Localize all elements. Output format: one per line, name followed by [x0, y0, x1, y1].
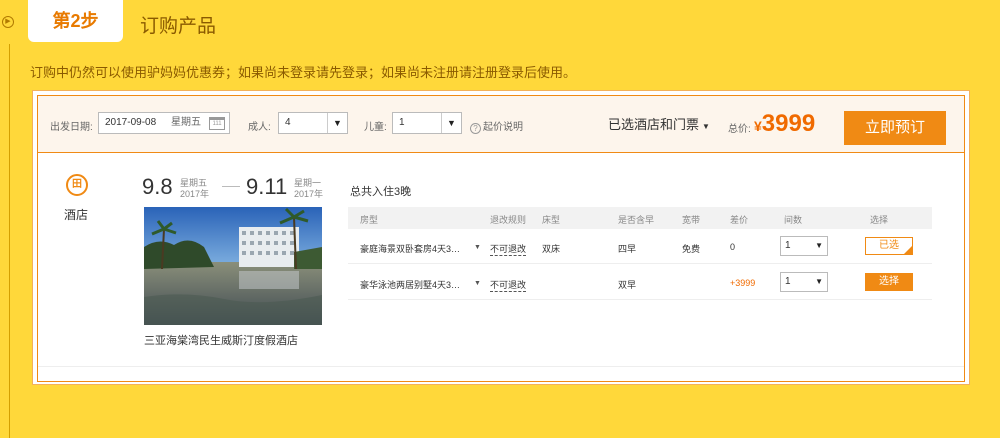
info-icon: ? — [470, 123, 481, 134]
checkin-date: 9.8 — [142, 174, 173, 199]
chevron-down-icon: ▼ — [815, 277, 823, 286]
date-picker[interactable]: 2017-09-08 星期五 111 — [98, 112, 230, 134]
bed-type: 双床 — [542, 244, 561, 254]
room-table-header: 房型 退改规则 床型 是否含早 宽带 差价 间数 选择 — [348, 207, 932, 229]
table-row: 豪庭海景双卧套房4天3… ▼ 不可退改 双床 四早 免费 0 1 ▼ 已选 — [348, 232, 932, 264]
child-value: 1 — [399, 117, 405, 128]
date-label: 出发日期: — [50, 122, 93, 133]
price-diff: 0 — [730, 242, 736, 252]
selected-label: 已选酒店和门票 — [608, 117, 700, 132]
room-count-value: 1 — [785, 276, 791, 287]
selected-items-dropdown[interactable]: 已选酒店和门票 ▼ — [608, 114, 710, 133]
room-type[interactable]: 豪华泳池两居别墅4天3… — [360, 278, 460, 291]
book-now-button[interactable]: 立即预订 — [844, 111, 946, 145]
notice-text: 订购中仍然可以使用驴妈妈优惠券；如果尚未登录请先登录；如果尚未注册请注册登录后使… — [30, 65, 577, 80]
step-tab: 第2步 — [28, 0, 123, 42]
timeline-line — [9, 44, 10, 438]
nights-text: 总共入住3晚 — [350, 186, 412, 198]
adult-value: 4 — [285, 117, 291, 128]
checkin-weekday: 星期五 — [180, 178, 208, 188]
selected-button[interactable]: 已选 — [865, 237, 913, 255]
order-panel-inner: 出发日期: 2017-09-08 星期五 111 成人: 4 ▼ 儿童: 1 ▼… — [37, 95, 965, 382]
currency: ¥ — [754, 118, 762, 134]
calendar-icon[interactable]: 111 — [209, 117, 225, 130]
th-select: 选择 — [870, 215, 889, 225]
th-count: 间数 — [784, 215, 803, 225]
checkout-date: 9.11 — [246, 174, 288, 199]
chevron-down-icon[interactable]: ▼ — [327, 113, 347, 133]
booking-bar: 出发日期: 2017-09-08 星期五 111 成人: 4 ▼ 儿童: 1 ▼… — [38, 96, 964, 153]
total-amount: 3999 — [761, 110, 816, 137]
refund-rule[interactable]: 不可退改 — [490, 278, 527, 292]
caret-down-icon[interactable]: ▼ — [474, 244, 481, 251]
chevron-down-icon[interactable]: ▼ — [441, 113, 461, 133]
circle-arrow-icon: ▶ — [2, 16, 14, 28]
total-price: ¥3999 — [754, 110, 815, 138]
broadband: 免费 — [682, 244, 701, 254]
room-count-select[interactable]: 1 ▼ — [780, 272, 828, 292]
hotel-photo[interactable] — [144, 207, 322, 325]
hotel-section-label: 酒店 — [64, 208, 89, 222]
weekday-value: 星期五 — [171, 117, 201, 128]
checkin-year: 2017年 — [180, 189, 210, 199]
th-rule: 退改规则 — [490, 215, 527, 225]
th-room: 房型 — [360, 215, 379, 225]
order-panel: 出发日期: 2017-09-08 星期五 111 成人: 4 ▼ 儿童: 1 ▼… — [32, 90, 970, 385]
room-type[interactable]: 豪庭海景双卧套房4天3… — [360, 242, 460, 255]
room-count-select[interactable]: 1 ▼ — [780, 236, 828, 256]
date-value: 2017-09-08 — [105, 117, 157, 128]
refund-rule[interactable]: 不可退改 — [490, 242, 527, 256]
hotel-name[interactable]: 三亚海棠湾民生威斯汀度假酒店 — [144, 332, 298, 348]
room-count-value: 1 — [785, 240, 791, 251]
breakfast: 双早 — [618, 280, 637, 290]
date-separator — [222, 186, 240, 187]
price-note-link[interactable]: ? 起价说明 — [470, 118, 523, 134]
price-note-text: 起价说明 — [483, 122, 523, 133]
child-label: 儿童: — [364, 122, 387, 133]
th-broadband: 宽带 — [682, 215, 701, 225]
divider — [38, 366, 964, 367]
caret-down-icon: ▼ — [702, 122, 710, 131]
checkout-weekday: 星期一 — [294, 178, 322, 188]
table-row: 豪华泳池两居别墅4天3… ▼ 不可退改 双早 +3999 1 ▼ 选择 — [348, 268, 932, 300]
child-select[interactable]: 1 ▼ — [392, 112, 462, 134]
th-breakfast: 是否含早 — [618, 215, 655, 225]
adult-label: 成人: — [248, 122, 271, 133]
caret-down-icon[interactable]: ▼ — [474, 280, 481, 287]
th-diff: 差价 — [730, 215, 749, 225]
select-button[interactable]: 选择 — [865, 273, 913, 291]
hotel-icon: 田 — [66, 174, 88, 196]
chevron-down-icon: ▼ — [815, 241, 823, 250]
step-title: 订购产品 — [140, 16, 217, 37]
total-label: 总价: — [728, 124, 751, 135]
adult-select[interactable]: 4 ▼ — [278, 112, 348, 134]
breakfast: 四早 — [618, 244, 637, 254]
price-diff: +3999 — [730, 278, 756, 288]
checkout-year: 2017年 — [294, 189, 324, 199]
th-bed: 床型 — [542, 215, 561, 225]
